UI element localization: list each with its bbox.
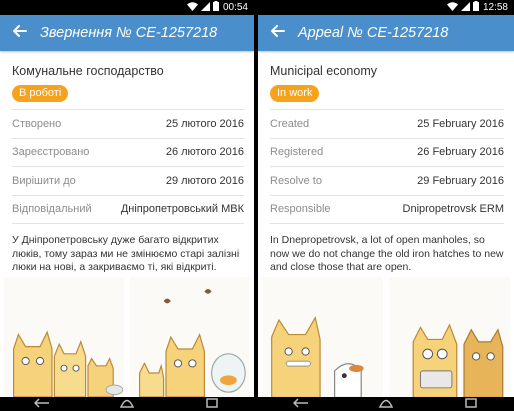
info-value: 29 February 2016: [417, 174, 504, 187]
info-row-resolve-to: Вирішити до 29 лютого 2016: [12, 167, 244, 196]
cat-illustration: [271, 315, 364, 397]
info-label: Відповідальний: [12, 203, 92, 216]
status-badge: In work: [270, 85, 320, 102]
info-value: 25 лютого 2016: [165, 117, 244, 130]
photo-gallery: [258, 277, 514, 397]
back-button[interactable]: [8, 21, 32, 45]
info-value: 26 лютого 2016: [165, 146, 244, 159]
info-value: 25 February 2016: [417, 117, 504, 130]
nav-back-button[interactable]: [27, 397, 57, 411]
nav-back-icon: [34, 395, 50, 411]
wifi-icon: [186, 1, 198, 14]
appeal-details: Municipal economy In work Created 25 Feb…: [258, 63, 514, 275]
appeal-details: Комунальне господарство В роботі Створен…: [0, 63, 254, 275]
screen-ukrainian: 00:54 Звернення № CE-1257218 Комунальне …: [0, 0, 254, 411]
app-toolbar: Appeal № CE-1257218: [258, 15, 514, 51]
info-label: Created: [270, 117, 310, 130]
info-value: 29 лютого 2016: [165, 174, 244, 187]
info-row-created: Створено 25 лютого 2016: [12, 110, 244, 139]
info-label: Вирішити до: [12, 174, 76, 187]
photo-thumbnail[interactable]: [130, 277, 250, 397]
back-button[interactable]: [266, 21, 290, 45]
nav-recents-button[interactable]: [197, 397, 227, 411]
photo-thumbnail[interactable]: [262, 277, 383, 397]
nav-recents-button[interactable]: [456, 397, 486, 411]
nav-recents-icon: [205, 395, 218, 411]
category-label: Municipal economy: [270, 64, 377, 78]
status-time: 00:54: [222, 2, 248, 13]
nav-back-button[interactable]: [286, 397, 316, 411]
appeal-description: У Дніпропетровську дуже багато відкритих…: [12, 234, 240, 273]
info-label: Resolve to: [270, 174, 322, 187]
back-arrow-icon: [271, 24, 285, 42]
signal-icon: [460, 1, 470, 14]
app-toolbar: Звернення № CE-1257218: [0, 15, 254, 51]
info-value: Дніпропетровський МВК: [120, 203, 244, 216]
cat-illustration: [412, 323, 504, 397]
status-time: 12:58: [482, 2, 508, 13]
info-value: 26 February 2016: [417, 146, 504, 159]
cat-illustration: [139, 289, 246, 397]
photo-thumbnail[interactable]: [4, 277, 124, 397]
nav-home-button[interactable]: [112, 397, 142, 411]
battery-icon: [212, 1, 219, 14]
cat-illustration: [13, 330, 124, 397]
info-row-responsible: Відповідальний Дніпропетровський МВК: [12, 196, 244, 224]
nav-home-icon: [378, 395, 394, 411]
info-value: Dnipropetrovsk ERM: [402, 203, 504, 216]
battery-icon: [472, 1, 479, 14]
info-table: Created 25 February 2016 Registered 26 F…: [270, 109, 504, 224]
info-label: Responsible: [270, 203, 331, 216]
screen-english: 12:58 Appeal № CE-1257218 Municipal econ…: [258, 0, 514, 411]
nav-home-icon: [119, 395, 135, 411]
info-label: Registered: [270, 146, 324, 159]
system-nav-bar: [0, 397, 254, 411]
signal-icon: [200, 1, 210, 14]
info-row-registered: Зареєстровано 26 лютого 2016: [12, 139, 244, 167]
system-nav-bar: [258, 397, 514, 411]
info-table: Створено 25 лютого 2016 Зареєстровано 26…: [12, 109, 244, 224]
category-label: Комунальне господарство: [12, 64, 164, 78]
status-bar: 12:58: [258, 0, 514, 15]
info-label: Створено: [12, 117, 62, 130]
appeal-description: In Dnepropetrovsk, a lot of open manhole…: [270, 234, 504, 273]
wifi-icon: [446, 1, 458, 14]
nav-recents-icon: [465, 395, 478, 411]
photo-thumbnail[interactable]: [389, 277, 510, 397]
info-row-registered: Registered 26 February 2016: [270, 139, 504, 167]
status-badge: В роботі: [12, 85, 69, 102]
page-title: Appeal № CE-1257218: [298, 25, 449, 41]
info-row-responsible: Responsible Dnipropetrovsk ERM: [270, 196, 504, 224]
info-row-resolve-to: Resolve to 29 February 2016: [270, 167, 504, 196]
nav-home-button[interactable]: [371, 397, 401, 411]
info-row-created: Created 25 February 2016: [270, 110, 504, 139]
info-label: Зареєстровано: [12, 146, 90, 159]
status-bar: 00:54: [0, 0, 254, 15]
back-arrow-icon: [13, 24, 27, 42]
photo-gallery: [0, 277, 254, 397]
page-title: Звернення № CE-1257218: [40, 25, 218, 41]
nav-back-icon: [292, 395, 309, 411]
